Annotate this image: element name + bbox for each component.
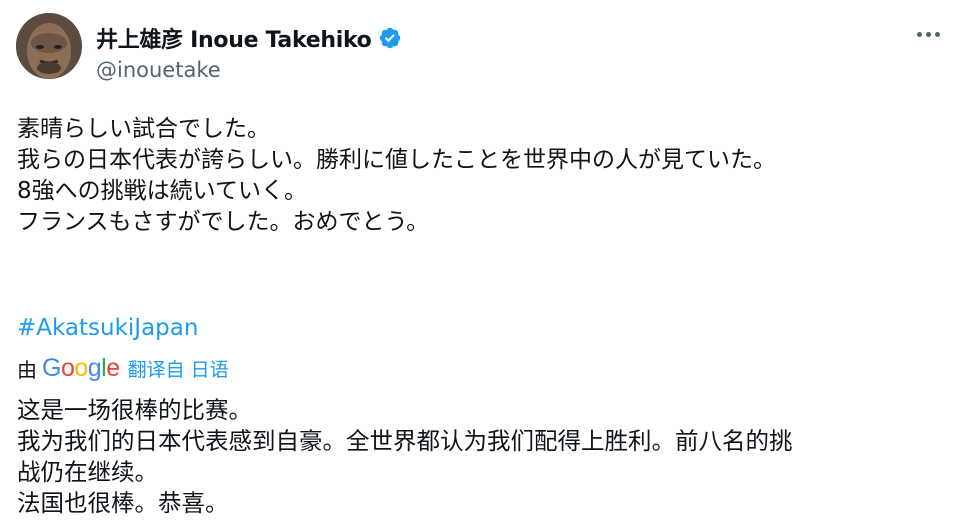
tweet-text: 素晴らしい試合でした。 我らの日本代表が誇らしい。勝利に値したことを世界中の人が… xyxy=(17,114,947,238)
verified-badge-icon xyxy=(379,27,400,49)
author-name-row[interactable]: 井上雄彦 Inoue Takehiko xyxy=(96,22,402,54)
google-logo-letter: e xyxy=(106,353,120,382)
more-dot xyxy=(934,31,940,37)
google-logo: Google xyxy=(42,354,120,383)
hashtag-link[interactable]: #AkatsukiJapan xyxy=(17,313,198,344)
translated-by-label: 由 xyxy=(17,357,37,382)
google-logo-letter: o xyxy=(60,353,75,382)
author-handle[interactable]: @inouetake xyxy=(96,58,221,82)
more-options-icon[interactable] xyxy=(910,20,946,48)
translation-bar: 由 Google 翻译自 日语 xyxy=(17,354,229,382)
translation-text-line: 战仍在继续。 xyxy=(17,458,158,486)
google-logo-letter: o xyxy=(74,353,88,382)
translated-from-link[interactable]: 翻译自 日语 xyxy=(128,355,229,382)
user-avatar[interactable] xyxy=(16,13,82,79)
google-logo-letter: g xyxy=(87,353,102,382)
translation-text-line: 这是一场很棒的比赛。 xyxy=(17,396,252,424)
google-logo-letter: G xyxy=(42,353,61,382)
tweet-text-line: 我らの日本代表が誇らしい。勝利に値したことを世界中の人が見ていた。 xyxy=(17,147,776,173)
author-display-name[interactable]: 井上雄彦 Inoue Takehiko xyxy=(96,22,372,54)
tweet-text-line: フランスもさすがでした。おめでとう。 xyxy=(17,209,430,235)
translation-text-line: 我为我们的日本代表感到自豪。全世界都认为我们配得上胜利。前八名的挑 xyxy=(17,427,793,455)
tweet-card: 井上雄彦 Inoue Takehiko @inouetake 素晴らしい試合でし… xyxy=(0,0,960,529)
translation-text: 这是一场很棒的比赛。 我为我们的日本代表感到自豪。全世界都认为我们配得上胜利。前… xyxy=(17,395,952,519)
more-dot xyxy=(925,31,931,37)
more-dot xyxy=(916,31,922,37)
tweet-text-line: 8強への挑戦は続いていく。 xyxy=(17,178,307,204)
translation-text-line: 法国也很棒。恭喜。 xyxy=(17,489,229,517)
tweet-text-line: 素晴らしい試合でした。 xyxy=(17,116,270,142)
